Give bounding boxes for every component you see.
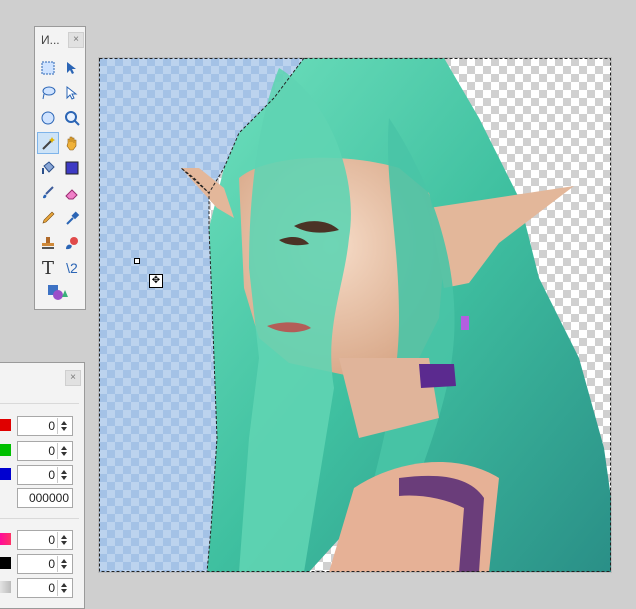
blue-channel-swatch [0,468,11,480]
paintbrush-tool-icon[interactable] [37,182,59,204]
gradient-tool-icon[interactable] [61,157,83,179]
pan-tool-icon[interactable] [61,132,83,154]
line-curve-tool-icon[interactable]: \2 [61,257,83,279]
tools-window[interactable]: И... × T \2 [34,26,86,310]
blue-value: 0 [48,468,55,482]
value-value-spinner[interactable]: 0 [17,578,73,598]
saturation-value-spinner[interactable]: 0 [17,554,73,574]
color-picker-tool-icon[interactable] [61,207,83,229]
blue-spinner-arrows[interactable] [57,467,71,483]
tools-window-title: И... [41,33,60,47]
shapes-tool-icon[interactable] [47,281,69,303]
hue-spinner-arrows[interactable] [57,532,71,548]
green-value-spinner[interactable]: 0 [17,441,73,461]
value-channel-swatch [0,581,11,593]
red-value-spinner[interactable]: 0 [17,416,73,436]
colors-window[interactable]: × 0 0 0 000000 0 0 0 [0,362,85,609]
move-selected-pixels-tool-icon[interactable] [61,57,83,79]
paint-bucket-tool-icon[interactable] [37,157,59,179]
divider [0,518,79,519]
hue-value: 0 [48,533,55,547]
green-spinner-arrows[interactable] [57,443,71,459]
red-channel-swatch [0,419,11,431]
move-selection-tool-icon[interactable] [61,82,83,104]
pencil-tool-icon[interactable] [37,207,59,229]
magic-wand-tool-icon[interactable] [37,132,59,154]
ellipse-select-tool-icon[interactable] [37,107,59,129]
saturation-channel-swatch [0,557,11,569]
selection-handle[interactable] [134,258,140,264]
colors-window-close-button[interactable]: × [65,370,81,386]
blue-value-spinner[interactable]: 0 [17,465,73,485]
lasso-select-tool-icon[interactable] [37,82,59,104]
text-tool-glyph: T [41,257,54,279]
saturation-spinner-arrows[interactable] [57,556,71,572]
saturation-value: 0 [48,557,55,571]
clone-stamp-tool-icon[interactable] [37,232,59,254]
hex-value: 000000 [28,491,69,505]
red-value: 0 [48,419,55,433]
move-cursor-icon: ✥ [149,274,163,288]
recolor-tool-icon[interactable] [61,232,83,254]
green-value: 0 [48,444,55,458]
red-spinner-arrows[interactable] [57,418,71,434]
value-value: 0 [48,581,55,595]
tools-window-close-button[interactable]: × [68,32,84,48]
hue-channel-swatch [0,533,11,545]
hex-input[interactable]: 000000 [17,488,73,508]
green-channel-swatch [0,444,11,456]
hue-value-spinner[interactable]: 0 [17,530,73,550]
image-canvas[interactable] [99,58,611,572]
divider [0,403,79,404]
eraser-tool-icon[interactable] [61,182,83,204]
rectangle-select-tool-icon[interactable] [37,57,59,79]
line-curve-tool-glyph: \2 [66,260,78,276]
text-tool-icon[interactable]: T [37,257,59,279]
zoom-tool-icon[interactable] [61,107,83,129]
value-spinner-arrows[interactable] [57,580,71,596]
